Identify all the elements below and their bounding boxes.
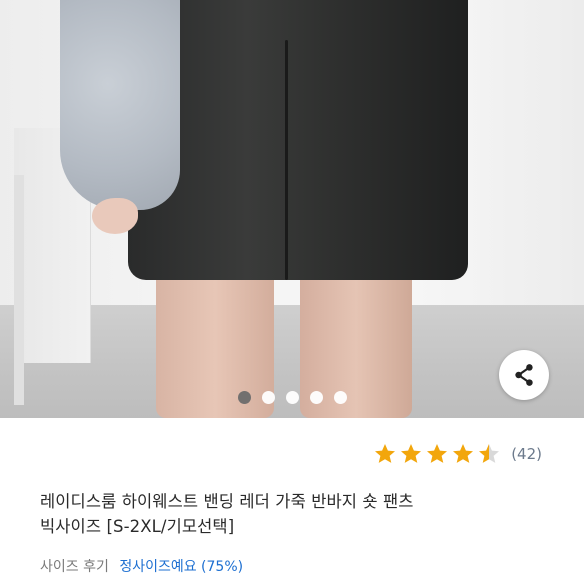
carousel-indicator — [238, 391, 347, 404]
product-screen: (42) 레이디스룸 하이웨스트 밴딩 레더 가죽 반바지 숏 팬츠 빅사이즈 … — [0, 0, 584, 584]
carousel-dot-4[interactable] — [310, 391, 323, 404]
model-hand — [92, 198, 138, 234]
background-box-edge — [14, 175, 24, 405]
size-review-value: 정사이즈예요 — [119, 559, 197, 575]
model-sweater-sleeve — [60, 0, 180, 210]
product-info-panel: (42) 레이디스룸 하이웨스트 밴딩 레더 가죽 반바지 숏 팬츠 빅사이즈 … — [0, 418, 584, 584]
product-image[interactable] — [0, 0, 584, 418]
carousel-dot-2[interactable] — [262, 391, 275, 404]
star-icon — [453, 444, 474, 463]
size-review-percent: (75%) — [201, 559, 244, 575]
shorts-seam — [285, 40, 288, 280]
star-icon — [401, 444, 422, 463]
rating-summary[interactable]: (42) — [373, 442, 542, 466]
product-title-line-1: 레이디스룸 하이웨스트 밴딩 레더 가죽 반바지 숏 팬츠 — [40, 492, 414, 511]
size-review[interactable]: 사이즈 후기 정사이즈예요 (75%) — [40, 556, 243, 576]
star-icon — [427, 444, 448, 463]
star-half-icon — [479, 444, 500, 463]
product-title: 레이디스룸 하이웨스트 밴딩 레더 가죽 반바지 숏 팬츠 빅사이즈 [S-2X… — [40, 489, 540, 539]
share-icon — [515, 364, 533, 386]
product-title-line-2: 빅사이즈 [S-2XL/기모선택] — [40, 517, 235, 536]
share-button[interactable] — [499, 350, 549, 400]
size-review-label: 사이즈 후기 — [40, 559, 109, 575]
star-icon — [375, 444, 396, 463]
carousel-dot-3[interactable] — [286, 391, 299, 404]
carousel-dot-1[interactable] — [238, 391, 251, 404]
background-wall — [480, 0, 584, 305]
review-count[interactable]: (42) — [511, 445, 542, 463]
carousel-dot-5[interactable] — [334, 391, 347, 404]
